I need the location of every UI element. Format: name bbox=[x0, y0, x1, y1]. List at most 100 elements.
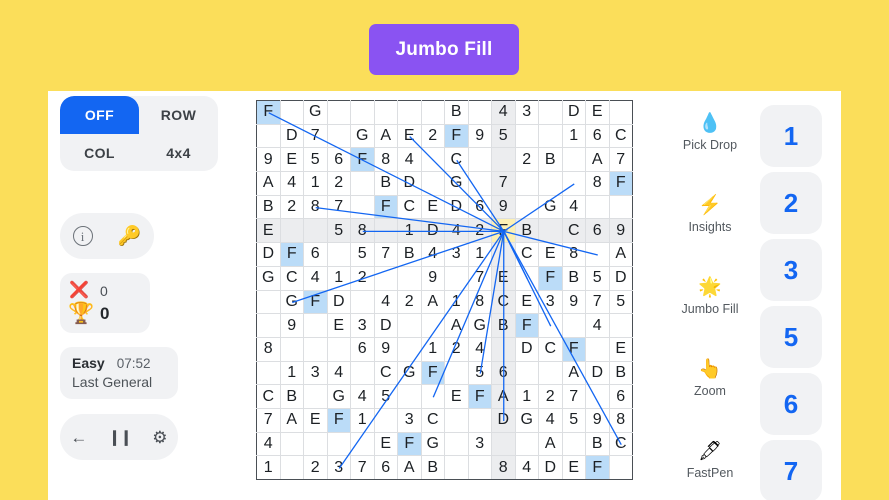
grid-cell[interactable] bbox=[256, 313, 281, 338]
grid-cell[interactable] bbox=[373, 100, 398, 125]
info-icon[interactable]: i bbox=[72, 226, 93, 246]
grid-cell[interactable]: F bbox=[514, 313, 539, 338]
grid-cell[interactable]: 9 bbox=[373, 336, 398, 362]
grid-cell[interactable] bbox=[467, 147, 492, 173]
grid-cell[interactable]: E bbox=[585, 100, 610, 125]
grid-cell[interactable]: F bbox=[303, 289, 328, 315]
grid-cell[interactable]: 2 bbox=[279, 194, 304, 220]
grid-cell[interactable] bbox=[561, 147, 586, 173]
tool-zoom[interactable]: 👆 Zoom bbox=[661, 337, 759, 419]
grid-cell[interactable]: 2 bbox=[538, 384, 563, 409]
grid-cell[interactable]: 8 bbox=[467, 289, 492, 315]
grid-cell[interactable]: D bbox=[444, 194, 469, 220]
grid-cell[interactable]: 1 bbox=[420, 336, 445, 362]
grid-cell[interactable]: A bbox=[608, 242, 633, 267]
grid-cell[interactable]: F bbox=[467, 384, 492, 409]
grid-cell[interactable]: C bbox=[608, 123, 633, 149]
grid-cell[interactable]: 4 bbox=[397, 147, 422, 173]
grid-cell[interactable] bbox=[585, 242, 610, 267]
grid-cell[interactable] bbox=[467, 407, 492, 433]
grid-cell[interactable]: D bbox=[585, 360, 610, 386]
grid-cell[interactable] bbox=[279, 455, 304, 480]
grid-cell[interactable] bbox=[538, 100, 563, 125]
grid-cell[interactable]: 8 bbox=[350, 218, 375, 244]
grid-cell[interactable] bbox=[397, 384, 422, 409]
grid-cell[interactable]: A bbox=[444, 313, 469, 338]
grid-cell[interactable] bbox=[279, 218, 304, 244]
grid-cell[interactable]: B bbox=[608, 360, 633, 386]
grid-cell[interactable]: 7 bbox=[256, 407, 281, 433]
grid-cell[interactable]: 6 bbox=[467, 194, 492, 220]
grid-cell[interactable] bbox=[420, 147, 445, 173]
grid-cell[interactable] bbox=[467, 100, 492, 125]
grid-cell[interactable] bbox=[538, 171, 563, 196]
grid-cell[interactable]: 4 bbox=[326, 360, 351, 386]
grid-cell[interactable]: C bbox=[279, 265, 304, 291]
grid-cell[interactable] bbox=[303, 384, 328, 409]
grid-cell[interactable]: D bbox=[420, 218, 445, 244]
grid-cell[interactable]: 2 bbox=[467, 218, 492, 244]
grid-cell[interactable]: E bbox=[561, 455, 586, 480]
grid-cell[interactable]: 6 bbox=[585, 218, 610, 244]
grid-cell[interactable]: E bbox=[373, 431, 398, 457]
mode-option-col[interactable]: COL bbox=[60, 134, 139, 171]
grid-cell[interactable]: 5 bbox=[326, 218, 351, 244]
grid-cell[interactable] bbox=[350, 289, 375, 315]
grid-cell[interactable]: 3 bbox=[350, 313, 375, 338]
grid-cell[interactable] bbox=[467, 455, 492, 480]
grid-cell[interactable] bbox=[420, 313, 445, 338]
grid-cell[interactable] bbox=[350, 431, 375, 457]
numpad-key-1[interactable]: 1 bbox=[760, 105, 822, 167]
grid-cell[interactable]: 9 bbox=[585, 407, 610, 433]
grid-cell[interactable]: 7 bbox=[303, 123, 328, 149]
grid-cell[interactable] bbox=[585, 194, 610, 220]
grid-cell[interactable] bbox=[538, 218, 563, 244]
grid-cell[interactable]: 7 bbox=[608, 147, 633, 173]
grid-cell[interactable] bbox=[303, 431, 328, 457]
grid-cell[interactable]: 5 bbox=[608, 289, 633, 315]
grid-cell[interactable] bbox=[256, 360, 281, 386]
grid-cell[interactable] bbox=[279, 431, 304, 457]
grid-cell[interactable] bbox=[444, 360, 469, 386]
grid-cell[interactable]: 5 bbox=[491, 123, 516, 149]
sudoku-grid-container[interactable]: FGB43DED7GAE2F9516C9E56F84C2BA7A412BDG78… bbox=[256, 100, 633, 480]
grid-cell[interactable] bbox=[608, 100, 633, 125]
mode-option-row[interactable]: ROW bbox=[139, 96, 218, 134]
back-icon[interactable]: ← bbox=[70, 429, 87, 446]
grid-cell[interactable]: F bbox=[561, 336, 586, 362]
grid-cell[interactable]: E bbox=[538, 242, 563, 267]
grid-cell[interactable]: 6 bbox=[326, 147, 351, 173]
grid-cell[interactable]: D bbox=[279, 123, 304, 149]
grid-cell[interactable]: G bbox=[538, 194, 563, 220]
grid-cell[interactable]: C bbox=[373, 360, 398, 386]
grid-cell[interactable]: F bbox=[256, 100, 281, 125]
grid-cell[interactable] bbox=[350, 360, 375, 386]
grid-cell[interactable]: G bbox=[397, 360, 422, 386]
grid-cell[interactable]: G bbox=[420, 431, 445, 457]
grid-cell[interactable] bbox=[538, 123, 563, 149]
sudoku-grid[interactable]: FGB43DED7GAE2F9516C9E56F84C2BA7A412BDG78… bbox=[256, 100, 633, 480]
grid-cell[interactable]: 3 bbox=[326, 455, 351, 480]
grid-cell[interactable]: B bbox=[279, 384, 304, 409]
grid-cell[interactable]: 1 bbox=[279, 360, 304, 386]
grid-cell[interactable]: 9 bbox=[467, 123, 492, 149]
grid-cell[interactable]: 8 bbox=[256, 336, 281, 362]
grid-cell[interactable]: B bbox=[256, 194, 281, 220]
grid-cell[interactable]: B bbox=[561, 265, 586, 291]
tool-fastpen[interactable]: 🖋 FastPen bbox=[661, 419, 759, 500]
grid-cell[interactable] bbox=[514, 265, 539, 291]
grid-cell[interactable]: G bbox=[256, 265, 281, 291]
grid-cell[interactable]: 9 bbox=[561, 289, 586, 315]
grid-cell[interactable] bbox=[303, 313, 328, 338]
grid-cell[interactable]: 6 bbox=[350, 336, 375, 362]
grid-cell[interactable] bbox=[303, 218, 328, 244]
grid-cell[interactable]: D bbox=[561, 100, 586, 125]
grid-cell[interactable]: 4 bbox=[491, 100, 516, 125]
grid-cell[interactable]: 2 bbox=[444, 336, 469, 362]
grid-cell[interactable]: 4 bbox=[350, 384, 375, 409]
grid-cell[interactable]: B bbox=[397, 242, 422, 267]
grid-cell[interactable]: 5 bbox=[467, 360, 492, 386]
grid-cell[interactable]: F bbox=[491, 218, 516, 244]
grid-cell[interactable]: A bbox=[420, 289, 445, 315]
grid-cell[interactable]: 6 bbox=[373, 455, 398, 480]
